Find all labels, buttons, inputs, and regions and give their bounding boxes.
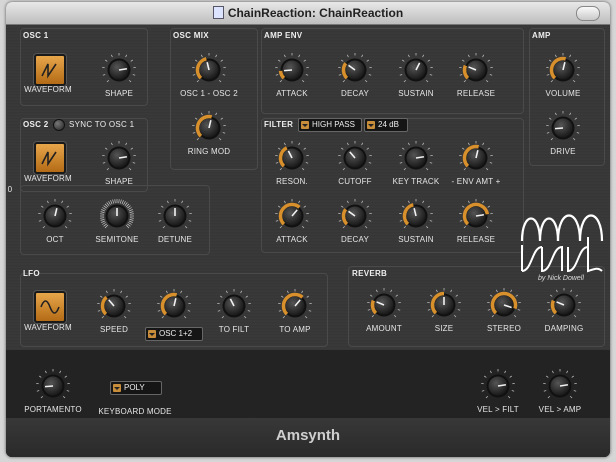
osc2-title: OSC 2: [23, 120, 49, 129]
title-bar: ChainReaction: ChainReaction: [6, 2, 610, 25]
osc1-title: OSC 1: [23, 31, 49, 40]
detune-knob[interactable]: [157, 198, 193, 234]
amp-title: AMP: [532, 31, 551, 40]
f-release-knob[interactable]: [458, 198, 494, 234]
keyboard-mode-label: KEYBOARD MODE: [98, 407, 172, 416]
oct-knob[interactable]: [37, 198, 73, 234]
saw-wave-icon: [41, 151, 57, 167]
window-title: ChainReaction: ChainReaction: [6, 6, 610, 20]
f-sustain-knob[interactable]: [398, 198, 434, 234]
size-knob[interactable]: [426, 287, 462, 323]
amp-decay-knob[interactable]: [337, 52, 373, 88]
drive-label: DRIVE: [550, 147, 576, 156]
ring-mod-knob[interactable]: [191, 110, 227, 146]
sync-toggle[interactable]: [53, 119, 65, 131]
osc-mix-label: OSC 1 - OSC 2: [180, 89, 238, 98]
osc1-shape-knob[interactable]: [101, 52, 137, 88]
amp-env-title: AMP ENV: [264, 31, 303, 40]
ring-mod-label: RING MOD: [187, 147, 231, 156]
document-icon: [212, 6, 224, 19]
portamento-label: PORTAMENTO: [24, 405, 82, 414]
osc1-waveform-label: WAVEFORM: [24, 85, 72, 94]
amp-release-label: RELEASE: [456, 89, 496, 98]
f-attack-knob[interactable]: [274, 198, 310, 234]
sync-label: SYNC TO OSC 1: [69, 120, 135, 129]
volume-label: VOLUME: [545, 89, 581, 98]
vel-filt-knob[interactable]: [480, 368, 516, 404]
amp-sustain-knob[interactable]: [398, 52, 434, 88]
f-release-label: RELEASE: [456, 235, 496, 244]
osc1-shape-label: SHAPE: [104, 89, 134, 98]
env-amt-label: - ENV AMT +: [451, 177, 501, 186]
reverb-title: REVERB: [352, 269, 388, 278]
brand-name: Amsynth: [275, 427, 341, 444]
keyboard-mode-dropdown[interactable]: POLY: [110, 381, 162, 395]
lfo-knob-knob[interactable]: [156, 288, 192, 324]
to-filt-knob[interactable]: [216, 288, 252, 324]
cutoff-knob[interactable]: [337, 140, 373, 176]
osc2-shape-label: SHAPE: [104, 177, 134, 186]
speed-label: SPEED: [99, 325, 129, 334]
vel-amp-knob[interactable]: [542, 368, 578, 404]
dropdown-arrow-icon: [367, 121, 375, 129]
speed-knob[interactable]: [96, 288, 132, 324]
detune-label: DETUNE: [157, 235, 193, 244]
damping-label: DAMPING: [544, 324, 584, 333]
drive-knob[interactable]: [545, 110, 581, 146]
amp-release-knob[interactable]: [458, 52, 494, 88]
amsynth-logo: [520, 214, 604, 273]
sine-wave-icon: [40, 300, 60, 314]
reson-knob[interactable]: [274, 140, 310, 176]
brand-footer: Amsynth: [6, 418, 610, 457]
f-decay-knob[interactable]: [337, 198, 373, 234]
logo-byline: by Nick Dowell: [538, 275, 584, 282]
key-track-knob[interactable]: [398, 140, 434, 176]
dropdown-arrow-icon: [301, 121, 309, 129]
osc-mix-knob[interactable]: [191, 52, 227, 88]
lfo-waveform-button[interactable]: [34, 291, 66, 323]
to-amp-label: TO AMP: [279, 325, 311, 334]
stereo-knob[interactable]: [486, 287, 522, 323]
amp-attack-knob[interactable]: [274, 52, 310, 88]
damping-knob[interactable]: [546, 287, 582, 323]
saw-wave-icon: [41, 63, 57, 79]
filter-slope-dropdown[interactable]: 24 dB: [364, 118, 408, 132]
toolbar-toggle-button[interactable]: [576, 6, 600, 21]
semitone-knob[interactable]: [99, 198, 135, 234]
osc2-shape-knob[interactable]: [101, 140, 137, 176]
portamento-knob[interactable]: [35, 368, 71, 404]
filter-type-dropdown[interactable]: HIGH PASS: [298, 118, 362, 132]
lfo-title: LFO: [23, 269, 40, 278]
osc2-waveform-button[interactable]: [34, 142, 66, 174]
vel-amp-label: VEL > AMP: [538, 405, 582, 414]
env-amt-knob[interactable]: [458, 140, 494, 176]
dropdown-arrow-icon: [113, 384, 121, 392]
filter-title: FILTER: [264, 120, 294, 129]
oct-value: 0: [7, 185, 13, 194]
to-amp-knob[interactable]: [277, 288, 313, 324]
volume-knob[interactable]: [545, 52, 581, 88]
osc2-waveform-label: WAVEFORM: [24, 174, 72, 183]
amount-knob[interactable]: [366, 287, 402, 323]
osc-mix-title: OSC MIX: [173, 31, 209, 40]
app-window: ChainReaction: ChainReaction OSC 1 OSC M…: [6, 2, 610, 457]
osc1-waveform-button[interactable]: [34, 54, 66, 86]
